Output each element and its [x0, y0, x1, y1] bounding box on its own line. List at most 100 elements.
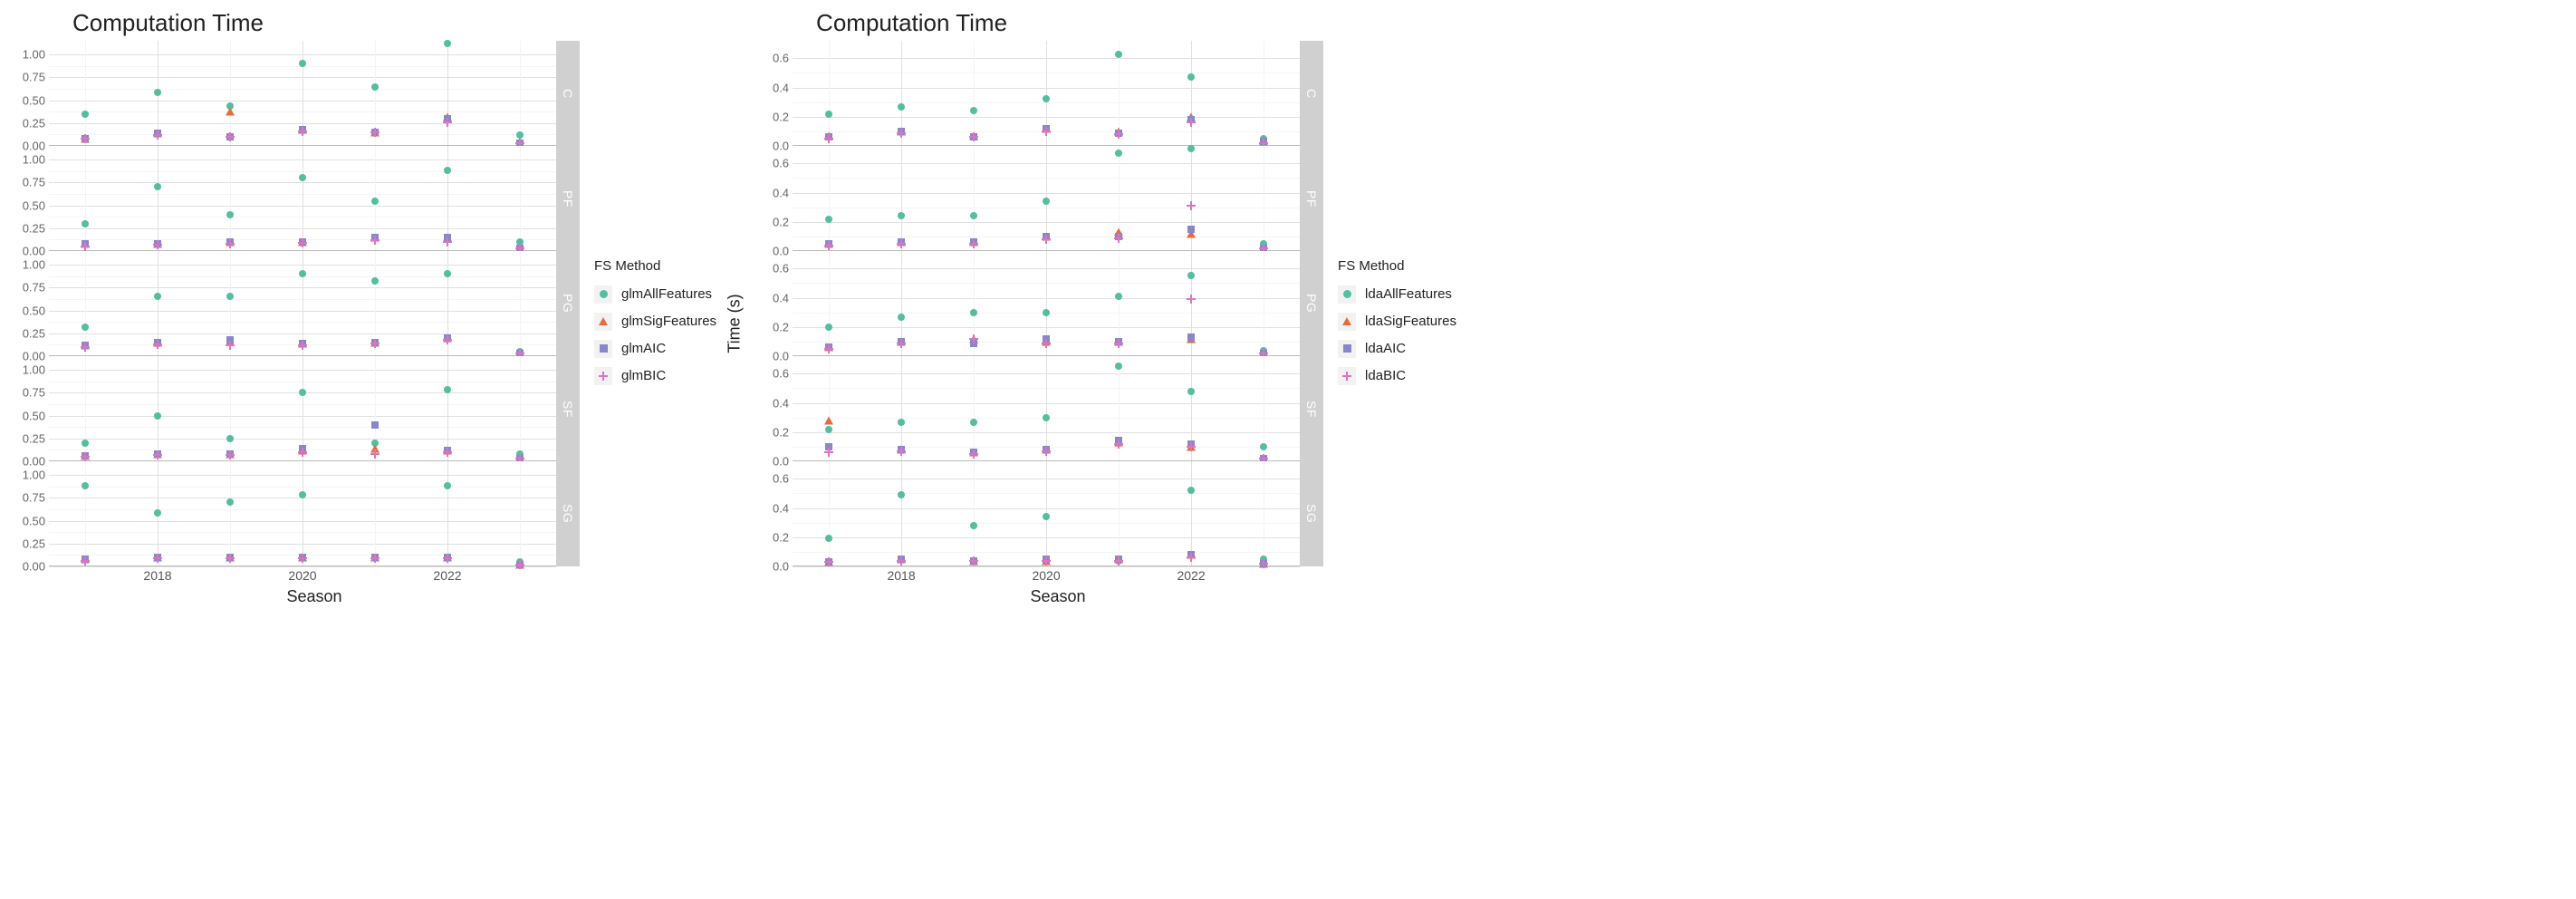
- legend-label: glmBIC: [621, 368, 666, 383]
- y-axis-label: Time (s): [726, 294, 745, 353]
- data-point: [154, 412, 161, 420]
- data-point: [1187, 272, 1195, 279]
- data-point: [969, 556, 978, 566]
- legend-item: ldaAllFeatures: [1338, 281, 1456, 308]
- data-point: [1187, 73, 1195, 81]
- data-point: [824, 134, 833, 143]
- data-point: [154, 293, 161, 300]
- data-point: [825, 111, 832, 118]
- legend-item: glmSigFeatures: [594, 308, 716, 335]
- chart-panel: [49, 461, 556, 566]
- data-point: [1187, 334, 1195, 341]
- data-point: [897, 556, 906, 566]
- data-point: [1043, 414, 1050, 421]
- square-icon: [594, 340, 612, 358]
- data-point: [897, 447, 906, 456]
- data-point: [370, 339, 380, 348]
- data-point: [969, 334, 978, 343]
- legend-label: glmAIC: [621, 341, 666, 356]
- legend-item: ldaSigFeatures: [1338, 308, 1456, 335]
- data-point: [1042, 235, 1051, 244]
- data-point: [154, 89, 161, 96]
- data-point: [226, 341, 235, 350]
- data-point: [444, 40, 451, 47]
- data-point: [1115, 51, 1122, 58]
- legend-label: glmSigFeatures: [621, 314, 716, 329]
- data-point: [1115, 150, 1122, 157]
- data-point: [299, 174, 306, 181]
- data-point: [298, 341, 307, 350]
- facet-strip: C: [556, 41, 580, 146]
- facet-strip: PG: [1300, 251, 1323, 356]
- x-axis: 201820202022Season: [793, 566, 1323, 606]
- data-point: [298, 238, 307, 247]
- data-point: [516, 131, 524, 139]
- data-point: [1187, 145, 1195, 152]
- data-point: [1114, 130, 1123, 139]
- data-point: [825, 216, 832, 223]
- data-point: [153, 240, 162, 249]
- data-point: [226, 293, 234, 300]
- data-point: [81, 452, 90, 461]
- legend-item: glmAllFeatures: [594, 281, 716, 308]
- chart-title: Computation Time: [72, 9, 716, 37]
- chart-panel: [49, 251, 556, 356]
- triangle-icon: [1338, 313, 1356, 331]
- data-point: [226, 132, 235, 141]
- data-point: [82, 482, 89, 489]
- data-point: [1114, 556, 1123, 566]
- data-point: [970, 107, 977, 114]
- data-point: [298, 127, 307, 136]
- data-point: [82, 440, 89, 447]
- data-point: [1187, 388, 1195, 395]
- data-point: [1043, 513, 1050, 520]
- x-axis-label: Season: [286, 587, 341, 606]
- data-point: [897, 239, 906, 248]
- data-point: [1043, 309, 1050, 316]
- y-ticks: 1.000.750.500.250.00: [9, 41, 49, 146]
- data-point: [444, 270, 451, 277]
- data-point: [1043, 95, 1050, 102]
- facet-strip: C: [1300, 41, 1323, 146]
- data-point: [299, 60, 306, 67]
- chart-title: Computation Time: [816, 9, 1456, 37]
- data-point: [897, 339, 906, 348]
- chart-panel: [49, 41, 556, 146]
- plus-icon: [594, 367, 612, 385]
- y-ticks: 0.60.40.20.0: [753, 356, 793, 461]
- data-point: [1187, 201, 1196, 210]
- data-point: [969, 450, 978, 459]
- y-ticks: 1.000.750.500.250.00: [9, 356, 49, 461]
- facet-strip: SF: [556, 356, 580, 461]
- chart-panel: [793, 251, 1300, 356]
- data-point: [82, 111, 89, 118]
- data-point: [825, 426, 832, 433]
- data-point: [443, 118, 452, 127]
- data-point: [81, 556, 90, 566]
- data-point: [824, 344, 833, 353]
- data-point: [970, 419, 977, 426]
- data-point: [824, 241, 833, 250]
- data-point: [1187, 118, 1196, 127]
- facet-strip: SG: [1300, 461, 1323, 566]
- y-ticks: 1.000.750.500.250.00: [9, 251, 49, 356]
- figure-pair: Computation Time Time (s) 1.000.750.500.25…: [9, 9, 2567, 606]
- y-ticks: 0.60.40.20.0: [753, 251, 793, 356]
- data-point: [444, 167, 451, 174]
- data-point: [1043, 198, 1050, 205]
- y-ticks: 1.000.750.500.250.00: [9, 461, 49, 566]
- data-point: [444, 482, 451, 489]
- facet-strip: SG: [556, 461, 580, 566]
- data-point: [898, 419, 905, 426]
- data-point: [969, 132, 978, 141]
- data-point: [898, 103, 905, 111]
- legend-label: ldaSigFeatures: [1365, 314, 1456, 329]
- data-point: [1114, 339, 1123, 348]
- data-point: [299, 491, 306, 498]
- data-point: [443, 237, 452, 246]
- circle-icon: [1338, 285, 1356, 304]
- data-point: [1187, 295, 1196, 304]
- data-point: [153, 450, 162, 459]
- data-point: [298, 448, 307, 457]
- chart-panel: [49, 146, 556, 251]
